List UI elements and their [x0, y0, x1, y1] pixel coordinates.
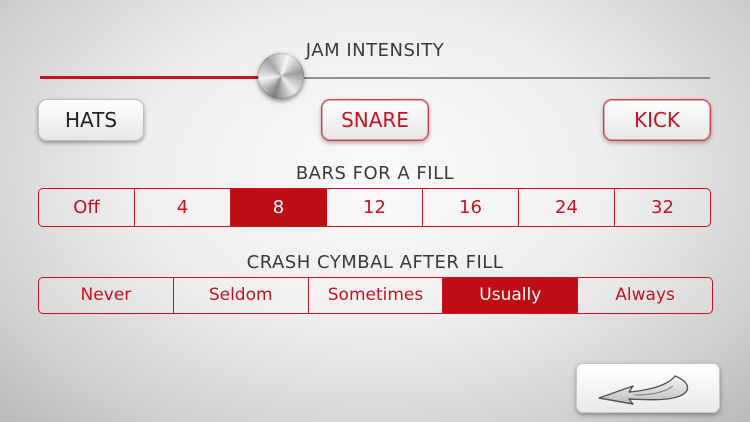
- bars-option-16[interactable]: 16: [422, 189, 518, 226]
- crash-option-sometimes[interactable]: Sometimes: [307, 278, 443, 313]
- crash-option-usually[interactable]: Usually: [442, 278, 578, 313]
- snare-button[interactable]: SNARE: [321, 99, 429, 141]
- back-button[interactable]: [576, 363, 720, 413]
- crash-cymbal-label: CRASH CYMBAL AFTER FILL: [246, 252, 504, 273]
- bars-option-off[interactable]: Off: [39, 189, 134, 226]
- jam-intensity-label: JAM INTENSITY: [305, 40, 445, 61]
- crash-option-seldom[interactable]: Seldom: [172, 278, 308, 313]
- crash-cymbal-selector: Never Seldom Sometimes Usually Always: [38, 277, 713, 314]
- kick-button[interactable]: KICK: [603, 99, 711, 141]
- bars-option-4[interactable]: 4: [134, 189, 230, 226]
- slider-knob[interactable]: [258, 53, 305, 99]
- hats-button[interactable]: HATS: [38, 99, 144, 141]
- jam-intensity-slider[interactable]: [40, 53, 710, 99]
- back-arrow-icon: [598, 375, 689, 405]
- bars-option-12[interactable]: 12: [326, 189, 422, 226]
- crash-option-always[interactable]: Always: [577, 278, 712, 313]
- bars-option-32[interactable]: 32: [614, 189, 710, 226]
- slider-fill: [40, 76, 282, 79]
- bars-for-fill-label: BARS FOR A FILL: [295, 163, 455, 184]
- bars-option-8[interactable]: 8: [230, 189, 326, 226]
- bars-option-24[interactable]: 24: [518, 189, 614, 226]
- crash-option-never[interactable]: Never: [39, 278, 173, 313]
- bars-for-fill-selector: Off 4 8 12 16 24 32: [38, 188, 711, 227]
